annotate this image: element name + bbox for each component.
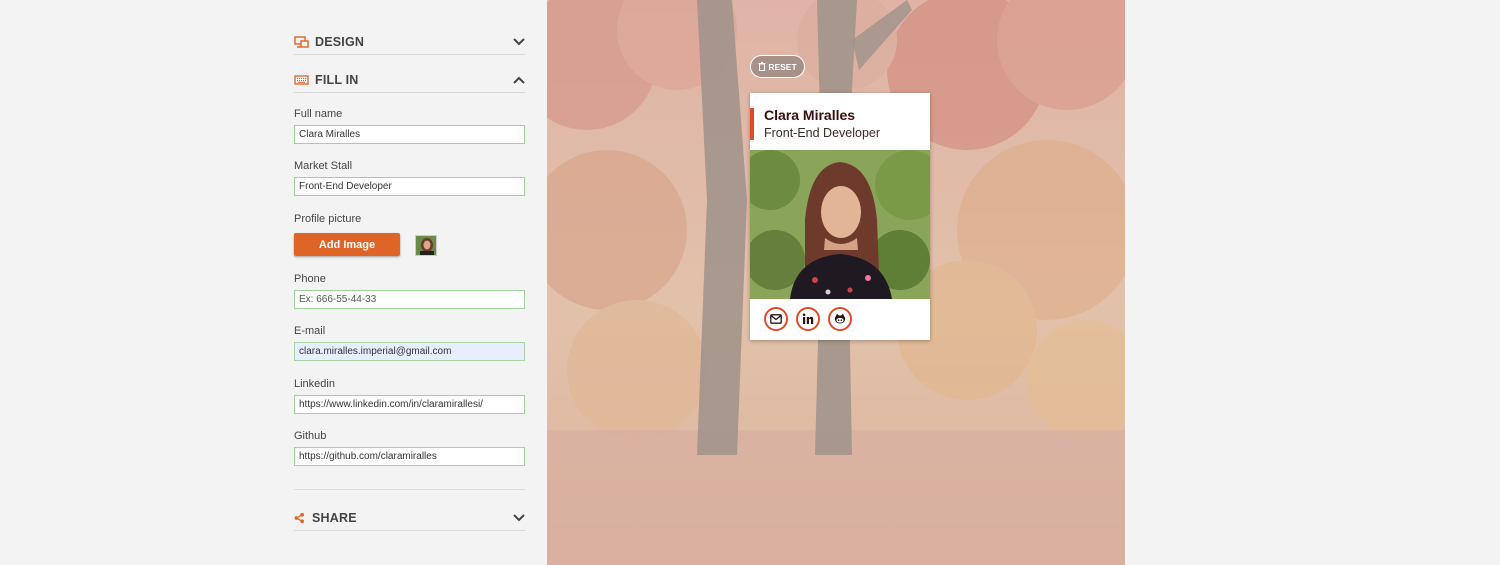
chevron-up-icon[interactable] (513, 75, 525, 85)
profile-thumbnail (415, 235, 437, 256)
reset-button[interactable]: RESET (750, 55, 805, 78)
card-profile-photo (750, 150, 930, 299)
keyboard-icon (294, 75, 309, 85)
linkedin-icon[interactable] (796, 307, 820, 331)
full-name-input[interactable] (294, 125, 525, 144)
section-design-label: DESIGN (315, 35, 365, 49)
right-empty-area (1125, 0, 1500, 565)
share-icon (294, 512, 304, 524)
card-job: Front-End Developer (764, 126, 881, 140)
editor-sidebar: DESIGN FILL IN Full name Market Stall Pr… (0, 0, 547, 565)
phone-label: Phone (294, 273, 326, 285)
card-name: Clara Miralles (764, 107, 856, 123)
email-input[interactable] (294, 342, 525, 361)
github-icon[interactable] (828, 307, 852, 331)
section-design-header[interactable]: DESIGN (294, 35, 525, 55)
chevron-down-icon[interactable] (513, 37, 525, 47)
github-label: Github (294, 430, 327, 442)
section-share-header[interactable]: SHARE (294, 511, 525, 531)
trash-icon (758, 62, 766, 71)
section-share-label: SHARE (312, 511, 357, 525)
market-stall-label: Market Stall (294, 160, 353, 172)
linkedin-label: Linkedin (294, 378, 335, 390)
reset-label: RESET (768, 61, 797, 72)
business-card: Clara Miralles Front-End Developer (750, 93, 930, 340)
chevron-down-icon[interactable] (513, 513, 525, 523)
full-name-label: Full name (294, 108, 343, 120)
market-stall-input[interactable] (294, 177, 525, 196)
linkedin-input[interactable] (294, 395, 525, 414)
mail-icon[interactable] (764, 307, 788, 331)
email-label: E-mail (294, 325, 326, 337)
profile-picture-label: Profile picture (294, 213, 362, 225)
divider (294, 489, 525, 490)
section-fill-in-header[interactable]: FILL IN (294, 73, 525, 93)
add-image-button[interactable]: Add Image (294, 233, 400, 256)
section-fill-in-label: FILL IN (315, 73, 359, 87)
card-social-links (764, 307, 852, 331)
phone-input[interactable] (294, 290, 525, 309)
design-icon (294, 36, 309, 48)
card-accent-bar (750, 108, 754, 140)
github-input[interactable] (294, 447, 525, 466)
